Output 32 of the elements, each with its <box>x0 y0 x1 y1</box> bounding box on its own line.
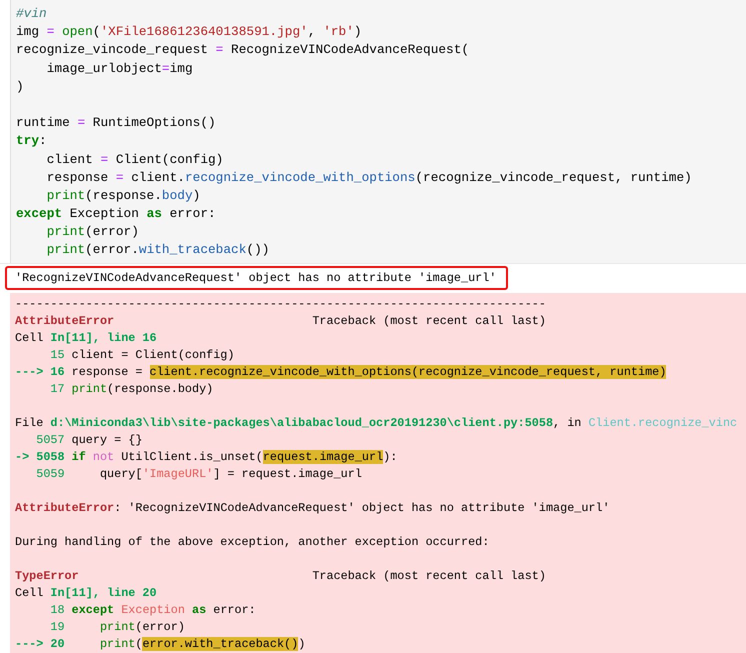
traceback-line: Cell In[11], line 16 <box>15 330 158 347</box>
traceback-line: 5059 query['ImageURL'] = request.image_url <box>35 466 363 483</box>
traceback-line: File d:\Miniconda3\lib\site-packages\alibabacloud_ocr20191230\client.py:5058, in Client.recognize_vinc <box>15 414 738 432</box>
code-cell[interactable] <box>10 0 746 263</box>
traceback-line: 5057 query = {} <box>35 432 144 449</box>
code-line: client = Client(config) <box>46 150 224 168</box>
code-line: image_urlobject=img <box>46 60 194 78</box>
traceback-line: --------------------------------------------------------------------------- <box>15 296 547 313</box>
code-line: runtime = RuntimeOptions() <box>16 114 217 132</box>
traceback-line: AttributeError Traceback (most recent call last) <box>15 312 547 330</box>
code-line: #vin <box>16 5 48 23</box>
traceback-line: 19 print(error) <box>49 618 186 636</box>
code-line: response = client.recognize_vincode_with_options(recognize_vincode_request, runtime) <box>46 168 693 187</box>
code-line: img = open('XFile1686123640138591.jpg', 'rb') <box>16 23 363 42</box>
traceback-line: Cell In[11], line 20 <box>15 584 158 602</box>
traceback-line: -> 5058 if not UtilClient.is_unset(request.image_url): <box>15 448 398 466</box>
code-line: except Exception as error: <box>16 205 217 224</box>
traceback-line: ---> 20 print(error.with_traceback()) <box>15 636 306 653</box>
traceback-line: 18 except Exception as error: <box>49 602 257 619</box>
code-line: print(error.with_traceback()) <box>46 241 270 260</box>
code-line: ) <box>16 78 25 96</box>
traceback-line: ---> 16 response = client.recognize_vincode_with_options(recognize_vincode_request, runtime) <box>15 364 668 381</box>
code-line: try: <box>16 132 48 150</box>
traceback-line: During handling of the above exception, another exception occurred: <box>15 534 490 551</box>
output-text: 'RecognizeVINCodeAdvanceRequest' object has no attribute 'image_url' <box>15 271 496 286</box>
code-line: print(response.body) <box>46 186 202 205</box>
code-line: print(error) <box>46 223 140 242</box>
traceback-line: TypeError Traceback (most recent call last) <box>15 568 547 585</box>
traceback-line: 17 print(response.body) <box>49 380 214 398</box>
code-line: recognize_vincode_request = RecognizeVINCodeAdvanceRequest( <box>16 41 470 60</box>
traceback-line: 15 client = Client(config) <box>49 346 236 364</box>
traceback-line: AttributeError: 'RecognizeVINCodeAdvanceRequest' object has no attribute 'image_url' <box>15 500 611 517</box>
